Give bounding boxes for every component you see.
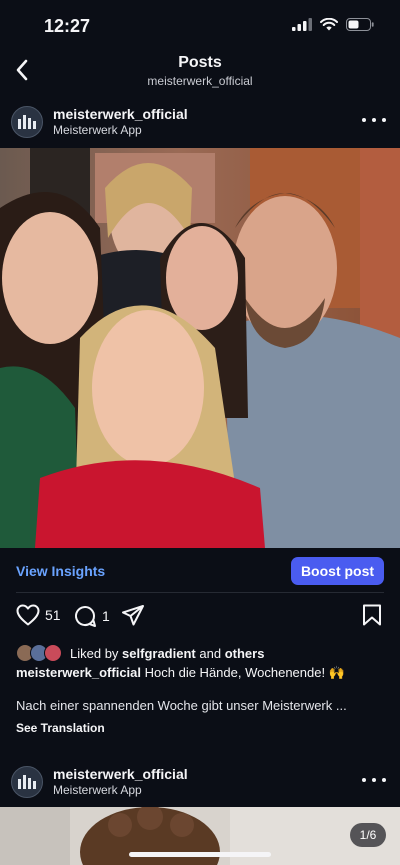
wifi-icon (320, 18, 338, 31)
account-subtitle: Meisterwerk App (53, 123, 142, 137)
boost-post-button[interactable]: Boost post (291, 557, 384, 585)
see-translation-link[interactable]: See Translation (16, 721, 105, 735)
send-icon (122, 605, 144, 626)
liked-by-user[interactable]: selfgradient (122, 646, 196, 661)
divider (16, 592, 384, 593)
post-header: meisterwerk_official Meisterwerk App (0, 758, 400, 806)
liked-by-and: and (199, 645, 222, 661)
more-dot-icon (372, 118, 376, 122)
action-row: 51 1 (0, 604, 400, 632)
post-photo-image (0, 148, 400, 548)
more-options-button[interactable] (362, 110, 386, 130)
view-insights-link[interactable]: View Insights (16, 563, 105, 579)
liked-by-row[interactable]: Liked by selfgradient and others (16, 643, 264, 663)
status-icons (292, 18, 374, 31)
caption-text: Hoch die Hände, Wochenende! 🙌 (144, 665, 345, 680)
account-subtitle: Meisterwerk App (53, 783, 142, 797)
meisterwerk-logo-icon (18, 775, 36, 789)
account-name[interactable]: meisterwerk_official (53, 766, 188, 782)
heart-icon (16, 604, 40, 626)
home-indicator[interactable] (129, 852, 271, 857)
battery-icon (346, 18, 374, 31)
more-dot-icon (382, 778, 386, 782)
more-dot-icon (382, 118, 386, 122)
post-header: meisterwerk_official Meisterwerk App (0, 98, 400, 146)
meisterwerk-logo-icon (18, 115, 36, 129)
more-dot-icon (362, 118, 366, 122)
save-button[interactable] (362, 604, 382, 626)
share-button[interactable] (121, 604, 145, 626)
page-subtitle: meisterwerk_official (147, 74, 253, 88)
post-photo[interactable] (0, 148, 400, 548)
nav-bar: Posts meisterwerk_official (0, 50, 400, 94)
more-options-button[interactable] (362, 770, 386, 790)
insights-row: View Insights Boost post (0, 556, 400, 586)
status-bar: 12:27 (0, 0, 400, 50)
caption: meisterwerk_official Hoch die Hände, Woc… (16, 664, 386, 682)
comment-count: 1 (102, 608, 110, 624)
account-name[interactable]: meisterwerk_official (53, 106, 188, 122)
bookmark-icon (363, 604, 381, 626)
page-counter: 1/6 (350, 823, 386, 847)
caption-user[interactable]: meisterwerk_official (16, 665, 141, 680)
comment-button[interactable]: 1 (73, 604, 110, 628)
more-dot-icon (372, 778, 376, 782)
avatar[interactable] (11, 106, 43, 138)
avatar[interactable] (11, 766, 43, 798)
page-title: Posts (178, 54, 222, 71)
avatar (44, 644, 62, 662)
liker-avatars (16, 644, 66, 662)
signal-icon (292, 18, 312, 31)
status-time: 12:27 (44, 16, 91, 36)
liked-by-prefix: Liked by (70, 645, 119, 661)
comment-icon (75, 606, 96, 627)
like-button[interactable]: 51 (16, 604, 61, 626)
like-count: 51 (45, 607, 61, 623)
more-dot-icon (362, 778, 366, 782)
caption-body[interactable]: Nach einer spannenden Woche gibt unser M… (16, 698, 386, 713)
liked-by-others[interactable]: others (225, 646, 265, 661)
